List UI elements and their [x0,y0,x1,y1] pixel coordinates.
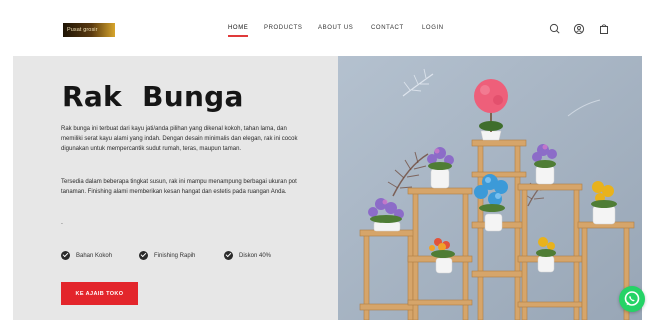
visit-store-button[interactable]: KE AJAIB TOKO [61,282,138,305]
brand-logo[interactable]: Pusat grosir [63,23,115,37]
feature-item: Bahan Kokoh [61,247,113,261]
check-circle-icon [61,251,70,261]
nav-contact[interactable]: CONTACT [371,25,404,31]
feature-item: Finishing Rapih [139,247,196,261]
site-header: Pusat grosir HOME PRODUCTS ABOUT US CONT… [0,0,662,56]
search-icon[interactable] [548,22,562,36]
feature-item: Diskon 40% [224,247,272,261]
nav-products[interactable]: PRODUCTS [264,25,302,31]
whatsapp-icon [624,291,640,306]
nav-home-label: HOME [228,25,249,31]
user-icon[interactable] [572,22,586,36]
feature-label: Finishing Rapih [154,252,196,259]
nav-login[interactable]: LOGIN [422,25,444,31]
whatsapp-button[interactable] [619,286,645,312]
plant-shelf-illustration [338,56,642,320]
cart-icon[interactable] [597,22,611,36]
separator-dot: . [61,219,63,226]
check-circle-icon [139,251,148,261]
feature-label: Diskon 40% [239,252,272,259]
nav-active-underline [228,35,249,37]
hero-title: Rak Bunga [62,80,244,113]
hero-description-2: Tersedia dalam beberapa tingkat susun, r… [61,179,297,195]
hero-product-image [338,56,642,320]
nav-home[interactable]: HOME [228,25,249,37]
hero-description-1: Rak bunga ini terbuat dari kayu jati/and… [61,126,298,152]
hero-section: Rak Bunga Rak bunga ini terbuat dari kay… [13,56,338,320]
check-circle-icon [224,251,233,261]
feature-label: Bahan Kokoh [76,252,113,259]
nav-about-us[interactable]: ABOUT US [318,25,353,31]
